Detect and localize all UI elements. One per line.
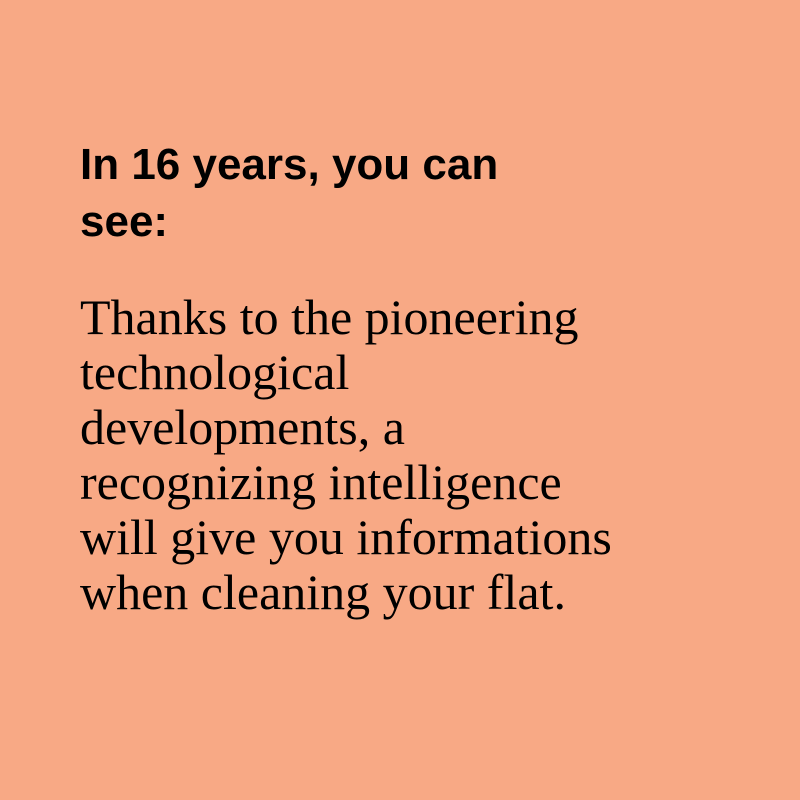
card-heading: In 16 years, you can see: [80, 140, 499, 246]
info-card: In 16 years, you can see: Thanks to the … [0, 0, 800, 800]
card-body-text: Thanks to the pioneering technological d… [80, 289, 612, 620]
